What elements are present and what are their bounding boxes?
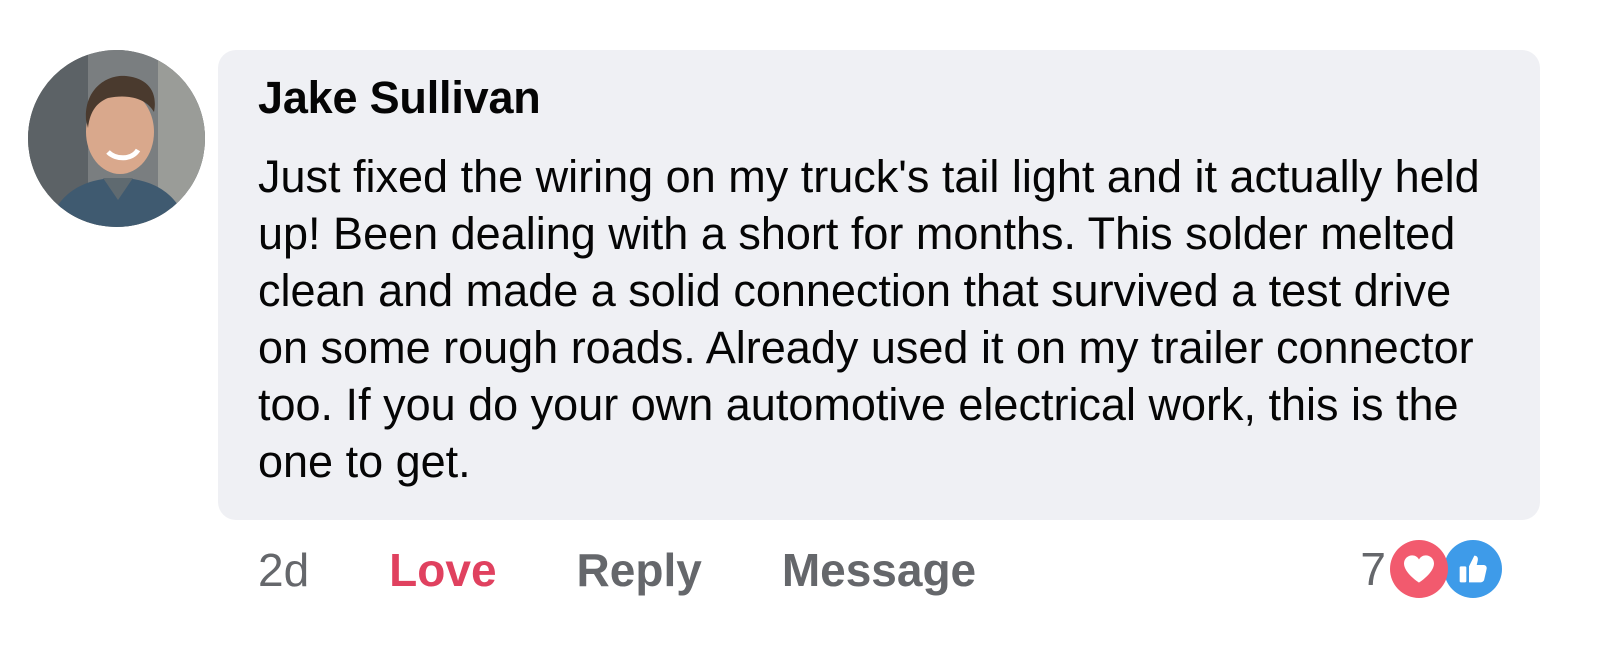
- comment-bubble: Jake Sullivan Just fixed the wiring on m…: [218, 50, 1540, 520]
- reply-button[interactable]: Reply: [577, 543, 702, 597]
- comment-actions: 2d Love Reply Message: [258, 540, 976, 600]
- comment-author[interactable]: Jake Sullivan: [258, 72, 541, 124]
- thumbs-up-icon: [1444, 540, 1502, 598]
- reaction-count: 7: [1360, 543, 1386, 595]
- comment-timestamp[interactable]: 2d: [258, 543, 309, 597]
- avatar[interactable]: [28, 50, 205, 227]
- reaction-summary[interactable]: 7: [1360, 540, 1502, 598]
- heart-icon: [1390, 540, 1448, 598]
- message-button[interactable]: Message: [782, 543, 976, 597]
- love-button[interactable]: Love: [389, 543, 496, 597]
- comment-text: Just fixed the wiring on my truck's tail…: [258, 151, 1480, 487]
- avatar-photo: [28, 50, 205, 227]
